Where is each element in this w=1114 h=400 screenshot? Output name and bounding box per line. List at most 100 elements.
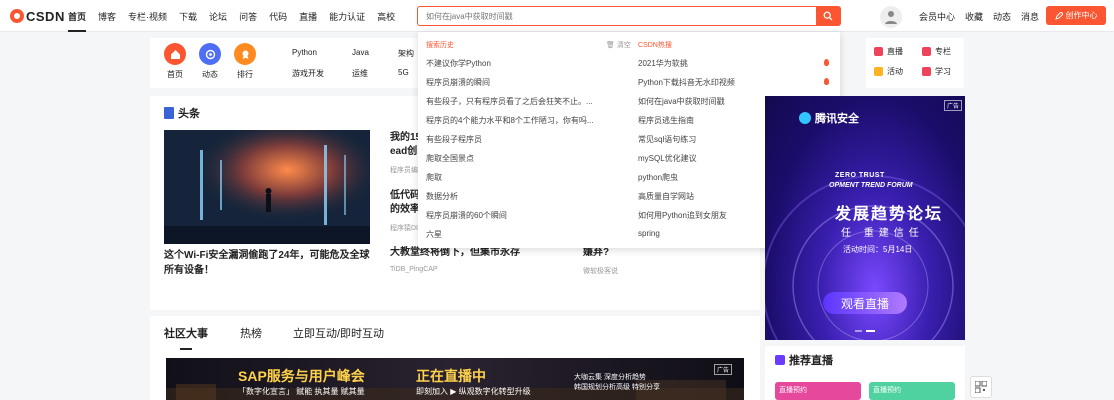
article-4-title[interactable]: 嫌弃? [583,246,609,260]
nav-item-certification[interactable]: 能力认证 [329,10,365,23]
search-bar [417,6,841,26]
create-center-label: 创作中心 [1065,11,1098,20]
nav-item-forum[interactable]: 论坛 [209,10,227,23]
hot-search-item[interactable]: mySQL优化建议 [638,153,697,164]
banner-sap-title: SAP服务与用户峰会 [238,368,365,384]
hot-search-item[interactable]: python爬虫 [638,172,678,183]
article-3-title[interactable]: 大教堂终将倒下，但集市永存 [390,246,520,260]
tag-java[interactable]: Java [352,48,369,57]
quick-activity-label: 活动 [887,67,903,76]
logo-text: CSDN [26,8,65,24]
tab-hot-list[interactable]: 热榜 [240,325,262,341]
article-1-title[interactable]: 我的15 ead创 [390,131,421,159]
csdn-logo[interactable]: CSDN [10,8,65,24]
messages-link[interactable]: 消息 [1021,10,1039,23]
quick-study[interactable]: 学习 [922,66,951,77]
nav-item-download[interactable]: 下载 [179,10,197,23]
quick-item-home[interactable]: 首页 [161,43,189,80]
hot-search-item[interactable]: 常见sql语句练习 [638,134,696,145]
headline-caption[interactable]: 这个Wi-Fi安全漏洞偷跑了24年，可能危及全球所有设备！ [164,248,370,278]
hot-fire-icon [824,78,829,85]
quick-item-ranking[interactable]: 排行 [231,43,259,80]
history-item[interactable]: 程序员崩溃的60个瞬间 [426,210,507,221]
qr-code-button[interactable] [970,376,992,398]
ad-brand: 腾讯安全 [799,110,859,126]
tencent-security-ad[interactable]: 广告 腾讯安全 ZERO TRUST OPMENT TREND FORUM 发展… [765,96,965,340]
clear-label: 清空 [616,42,631,49]
carousel-dot-active[interactable] [866,330,875,332]
nav-item-column-video[interactable]: 专栏·视频 [128,10,167,23]
history-item[interactable]: 程序员崩溃的瞬间 [426,77,490,88]
quick-activity[interactable]: 活动 [874,66,903,77]
banner-right-line-2: 韩国规划分析高级 特别分享 [574,384,660,391]
history-title: 搜索历史 [426,42,454,49]
history-item[interactable]: 六星 [426,229,442,240]
right-quick-panel: 直播 专栏 活动 学习 [866,38,964,88]
history-item[interactable]: 有些段子，只有程序员看了之后会狂笑不止。... [426,96,593,107]
hot-search-item[interactable]: 高质量自学网站 [638,191,694,202]
nav-item-university[interactable]: 高校 [377,10,395,23]
ad-headline: 发展趋势论坛 [835,206,944,223]
tab-community-events[interactable]: 社区大事 [164,325,208,341]
top-navbar: CSDN 首页 博客 专栏·视频 下载 论坛 问答 代码 直播 能力认证 高校 … [0,0,1114,32]
history-item[interactable]: 有些段子程序员 [426,134,482,145]
nav-item-code[interactable]: 代码 [269,10,287,23]
article-2-title[interactable]: 低代码 的效率 [390,189,420,217]
quick-column[interactable]: 专栏 [922,46,951,57]
hot-search-item[interactable]: 2021华为软挑 [638,58,688,69]
tab-interaction[interactable]: 立即互动/即时互动 [293,325,384,341]
nav-item-qa[interactable]: 问答 [239,10,257,23]
article-2-source: 程序猿DI [390,225,418,232]
hot-search-item[interactable]: 如何在java中获取时间戳 [638,96,725,107]
home-icon [164,43,186,65]
activity-link[interactable]: 动态 [993,10,1011,23]
history-item[interactable]: 数据分析 [426,191,458,202]
avatar-icon [885,11,897,24]
carousel-dot[interactable] [855,330,862,332]
member-center-link[interactable]: 会员中心 [919,10,955,23]
quick-item-label: 首页 [167,70,183,79]
favorites-link[interactable]: 收藏 [965,10,983,23]
live-card-2[interactable]: 直播预约 [869,382,955,400]
hot-search-title: CSDN热搜 [638,42,672,49]
ad-date: 活动时间：5月14日 [843,245,913,254]
corridor-image [164,130,370,244]
tag-game-dev[interactable]: 游戏开发 [292,68,324,79]
article-3-source: TiDB_PingCAP [390,266,438,273]
tag-5g[interactable]: 5G [398,68,409,77]
quick-live-label: 直播 [887,47,903,56]
banner-live-title: 正在直播中 [416,368,486,384]
quick-item-dynamic[interactable]: 动态 [196,43,224,80]
watch-live-button[interactable]: 观看直播 [823,292,907,314]
headline-title-text: 头条 [178,108,200,120]
quick-study-label: 学习 [935,67,951,76]
hot-search-item[interactable]: 如何用Python追到女朋友 [638,210,727,221]
tag-ops[interactable]: 运维 [352,68,368,79]
clear-history-button[interactable]: 🗑 清空 [606,40,631,50]
hot-search-item[interactable]: 程序员逃生指南 [638,115,694,126]
ad-subline: 任 重建信任 [841,228,924,239]
search-input[interactable] [418,7,816,25]
article-1-source: 程序员编 [390,167,418,174]
user-avatar[interactable] [880,6,902,28]
nav-item-blog[interactable]: 博客 [98,10,116,23]
history-item[interactable]: 程序员的4个能力水平和8个工作陋习，你有吗... [426,115,594,126]
nav-item-home[interactable]: 首页 [68,10,87,32]
headline-image[interactable] [164,130,370,244]
nav-item-live[interactable]: 直播 [299,10,317,23]
pen-icon [1054,11,1063,20]
live-card-1[interactable]: 直播预约 [775,382,861,400]
hot-search-item[interactable]: Python下载抖音无水印视频 [638,77,735,88]
history-item[interactable]: 不建议你学Python [426,58,491,69]
history-item[interactable]: 爬取全国景点 [426,153,474,164]
search-button[interactable] [816,7,840,25]
tag-python[interactable]: Python [292,48,317,57]
sap-banner[interactable]: SAP服务与用户峰会 正在直播中 「数字化宣言」 赋能 执其量 赋其量 即刻加入… [166,358,744,400]
create-center-button[interactable]: 创作中心 [1046,6,1106,25]
quick-live[interactable]: 直播 [874,46,903,57]
tag-architecture[interactable]: 架构 [398,48,414,59]
ad-brand-text: 腾讯安全 [815,113,859,125]
history-item[interactable]: 爬取 [426,172,442,183]
hot-search-item[interactable]: spring [638,229,660,238]
study-icon [922,67,931,76]
